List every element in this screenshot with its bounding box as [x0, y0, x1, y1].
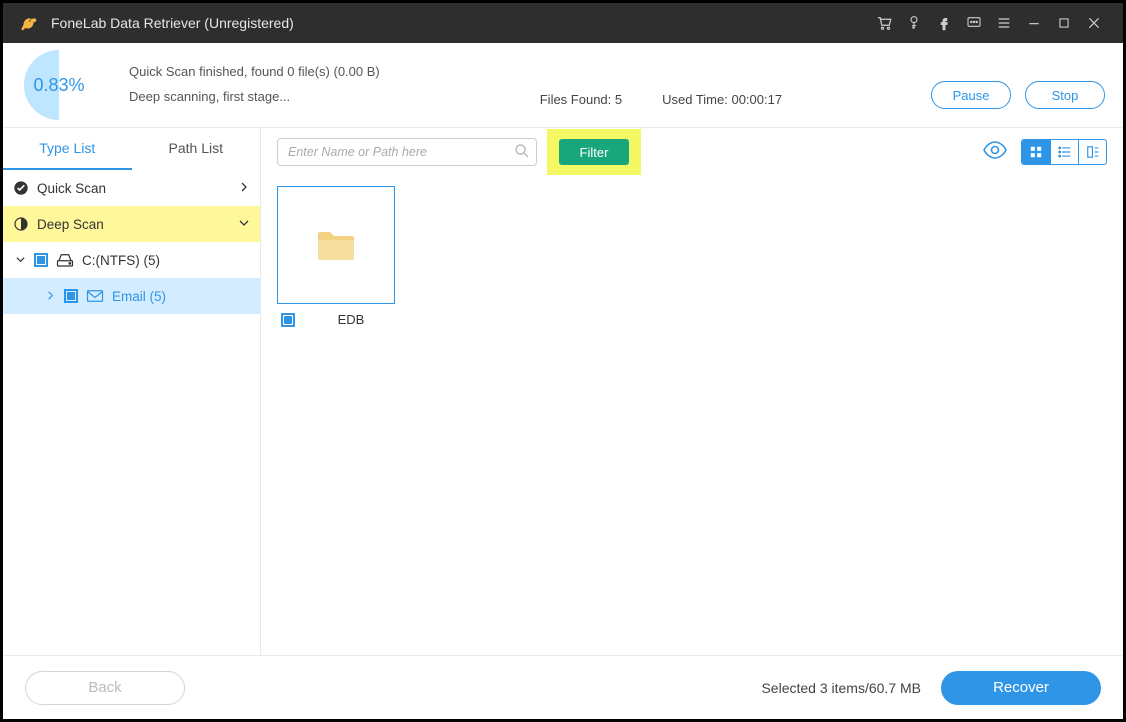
chevron-down-icon — [15, 253, 26, 268]
status-header: 0.83% Quick Scan finished, found 0 file(… — [3, 43, 1123, 128]
chevron-down-icon — [238, 217, 250, 232]
recover-button[interactable]: Recover — [941, 671, 1101, 705]
app-logo-icon — [17, 11, 41, 35]
deep-scan-label: Deep Scan — [37, 217, 104, 232]
titlebar: FoneLab Data Retriever (Unregistered) — [3, 3, 1123, 43]
status-text: Quick Scan finished, found 0 file(s) (0.… — [129, 60, 380, 109]
list-view-button[interactable] — [1050, 140, 1078, 164]
folder-item[interactable]: EDB — [277, 186, 395, 327]
folder-name: EDB — [307, 312, 395, 327]
content-pane: Filter — [261, 128, 1123, 655]
chevron-right-icon — [238, 181, 250, 196]
email-label: Email (5) — [112, 289, 166, 304]
detail-view-button[interactable] — [1078, 140, 1106, 164]
app-title: FoneLab Data Retriever (Unregistered) — [51, 15, 294, 31]
used-time: Used Time: 00:00:17 — [662, 92, 782, 107]
tree-quick-scan[interactable]: Quick Scan — [3, 170, 260, 206]
quick-scan-label: Quick Scan — [37, 181, 106, 196]
status-line-2: Deep scanning, first stage... — [129, 85, 380, 110]
drive-icon — [56, 252, 74, 268]
facebook-icon[interactable] — [929, 8, 959, 38]
footer: Back Selected 3 items/60.7 MB Recover — [3, 655, 1123, 719]
half-circle-icon — [13, 216, 29, 232]
email-checkbox[interactable] — [64, 289, 78, 303]
status-line-1: Quick Scan finished, found 0 file(s) (0.… — [129, 60, 380, 85]
drive-label: C:(NTFS) (5) — [82, 253, 160, 268]
tree-email[interactable]: Email (5) — [3, 278, 260, 314]
app-window: FoneLab Data Retriever (Unregistered) — [0, 0, 1126, 722]
tree-drive[interactable]: C:(NTFS) (5) — [3, 242, 260, 278]
stop-button[interactable]: Stop — [1025, 81, 1105, 109]
grid-view-button[interactable] — [1022, 140, 1050, 164]
progress-indicator: 0.83% — [9, 45, 109, 125]
selection-summary: Selected 3 items/60.7 MB — [761, 680, 921, 696]
filter-highlight: Filter — [547, 129, 641, 175]
email-icon — [86, 289, 104, 303]
main-area: Type List Path List Quick Scan Deep Scan — [3, 128, 1123, 655]
key-icon[interactable] — [899, 8, 929, 38]
filter-button[interactable]: Filter — [559, 139, 629, 165]
maximize-icon[interactable] — [1049, 8, 1079, 38]
folder-icon — [316, 228, 356, 262]
view-mode-group — [1021, 139, 1107, 165]
cart-icon[interactable] — [869, 8, 899, 38]
drive-checkbox[interactable] — [34, 253, 48, 267]
search-icon[interactable] — [513, 142, 531, 165]
close-icon[interactable] — [1079, 8, 1109, 38]
back-button[interactable]: Back — [25, 671, 185, 705]
folder-thumbnail[interactable] — [277, 186, 395, 304]
files-found: Files Found: 5 — [540, 92, 622, 107]
content-toolbar: Filter — [261, 128, 1123, 176]
search-input[interactable] — [277, 138, 537, 166]
tab-path-list[interactable]: Path List — [132, 128, 261, 170]
chevron-right-icon — [45, 289, 56, 304]
tab-type-list[interactable]: Type List — [3, 128, 132, 170]
sidebar: Type List Path List Quick Scan Deep Scan — [3, 128, 261, 655]
file-grid: EDB — [261, 176, 1123, 655]
preview-icon[interactable] — [983, 141, 1007, 164]
tree-deep-scan[interactable]: Deep Scan — [3, 206, 260, 242]
progress-percent: 0.83% — [33, 75, 84, 96]
check-circle-icon — [13, 180, 29, 196]
minimize-icon[interactable] — [1019, 8, 1049, 38]
feedback-icon[interactable] — [959, 8, 989, 38]
pause-button[interactable]: Pause — [931, 81, 1011, 109]
menu-icon[interactable] — [989, 8, 1019, 38]
folder-checkbox[interactable] — [281, 313, 295, 327]
